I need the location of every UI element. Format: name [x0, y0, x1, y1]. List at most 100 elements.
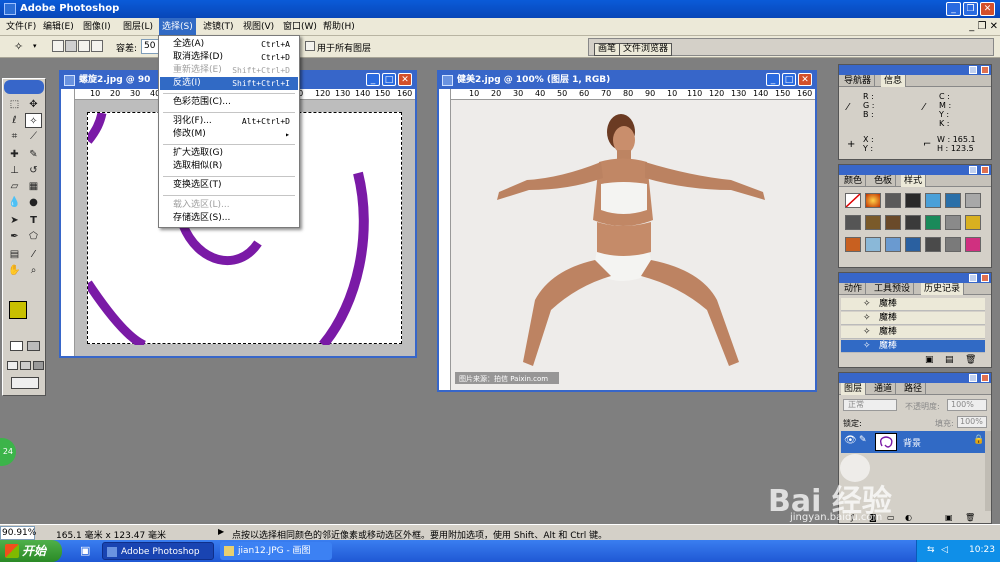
history-step[interactable]: ✧ 魔棒: [841, 298, 985, 311]
adjustment-layer-icon[interactable]: ◐: [905, 513, 912, 522]
show-desktop-icon[interactable]: ▣: [80, 544, 90, 557]
palette-minimize-icon[interactable]: [969, 66, 977, 74]
network-icon[interactable]: ⇆: [927, 545, 935, 555]
style-swatch[interactable]: [945, 193, 961, 208]
palette-title-bar[interactable]: [839, 273, 991, 283]
menu-item-load-selection[interactable]: 载入选区(L)...: [160, 199, 298, 212]
pen-tool-icon[interactable]: ✒: [6, 229, 23, 244]
tab-styles[interactable]: 样式: [901, 175, 927, 187]
crop-tool-icon[interactable]: ⌗: [6, 129, 23, 144]
tab-paths[interactable]: 路径: [901, 383, 927, 395]
tab-actions[interactable]: 动作: [841, 283, 867, 295]
menu-item-color-range[interactable]: 色彩范围(C)...: [160, 96, 298, 109]
style-swatch[interactable]: [865, 215, 881, 230]
quick-mask-icon[interactable]: [27, 341, 40, 351]
palette-close-icon[interactable]: [981, 166, 989, 174]
eye-visibility-icon[interactable]: 👁: [844, 435, 857, 446]
lasso-tool-icon[interactable]: ℓ: [6, 113, 23, 128]
style-swatch[interactable]: [905, 193, 921, 208]
menu-view[interactable]: 视图(V): [240, 18, 277, 36]
style-swatch[interactable]: [865, 193, 881, 208]
tab-swatches[interactable]: 色板: [871, 175, 897, 187]
menu-item-select-all[interactable]: 全选(A) Ctrl+A: [160, 38, 298, 51]
palette-minimize-icon[interactable]: [969, 374, 977, 382]
menu-item-modify[interactable]: 修改(M) ▸: [160, 128, 298, 141]
tab-color[interactable]: 颜色: [841, 175, 867, 187]
brush-link-icon[interactable]: ✎: [859, 435, 867, 445]
menu-select[interactable]: 选择(S): [159, 18, 196, 36]
style-swatch[interactable]: [885, 237, 901, 252]
screen-mode-full-menu-icon[interactable]: [20, 361, 31, 370]
screen-mode-full-icon[interactable]: [33, 361, 44, 370]
layers-scrollbar[interactable]: [985, 431, 991, 511]
opacity-input[interactable]: 100%: [947, 399, 987, 411]
menu-image[interactable]: 图像(I): [80, 18, 114, 36]
screen-mode-standard-icon[interactable]: [7, 361, 18, 370]
shape-tool-icon[interactable]: ⬠: [25, 229, 42, 244]
doc1-maximize-icon[interactable]: □: [382, 73, 396, 86]
photoshop-eye-icon[interactable]: [4, 80, 44, 94]
doc1-minimize-icon[interactable]: _: [366, 73, 380, 86]
new-layer-icon[interactable]: ▣: [945, 513, 953, 522]
close-icon[interactable]: ✕: [980, 2, 995, 16]
style-swatch[interactable]: [965, 215, 981, 230]
magic-wand-tool-icon[interactable]: ✧: [25, 113, 42, 128]
eyedropper-tool-icon[interactable]: ⁄: [25, 247, 42, 262]
menu-layer[interactable]: 图层(L): [120, 18, 156, 36]
menu-item-feather[interactable]: 羽化(F)... Alt+Ctrl+D: [160, 115, 298, 128]
trash-icon[interactable]: 🗑: [965, 513, 975, 522]
file-browser-tab[interactable]: 文件浏览器: [619, 43, 673, 56]
menu-item-inverse[interactable]: 反选(I) Shift+Ctrl+I: [160, 77, 298, 90]
history-step[interactable]: ✧ 魔棒: [841, 312, 985, 325]
palette-minimize-icon[interactable]: [969, 274, 977, 282]
style-swatch[interactable]: [965, 237, 981, 252]
palette-title-bar[interactable]: [839, 165, 991, 175]
eraser-tool-icon[interactable]: ▱: [6, 179, 23, 194]
restore-icon[interactable]: ❐: [963, 2, 978, 16]
style-swatch[interactable]: [905, 215, 921, 230]
history-step-current[interactable]: ✧ 魔棒: [841, 340, 985, 353]
style-swatch[interactable]: [885, 193, 901, 208]
new-selection-icon[interactable]: [52, 40, 64, 52]
marquee-tool-icon[interactable]: ⬚: [6, 97, 23, 112]
doc1-close-icon[interactable]: ✕: [398, 73, 412, 86]
healing-brush-icon[interactable]: ✚: [6, 147, 23, 162]
slice-tool-icon[interactable]: ⟋: [25, 129, 42, 144]
add-selection-icon[interactable]: [65, 40, 77, 52]
brushes-tab[interactable]: 画笔: [594, 43, 621, 56]
chevron-down-icon[interactable]: ▾: [33, 42, 37, 50]
jump-to-imageready-icon[interactable]: [11, 377, 39, 389]
fill-input[interactable]: 100%: [957, 416, 987, 428]
minimize-icon[interactable]: _: [946, 2, 961, 16]
tab-layers[interactable]: 图层: [841, 383, 867, 395]
doc2-close-icon[interactable]: ✕: [798, 73, 812, 86]
menu-item-transform-selection[interactable]: 变换选区(T): [160, 179, 298, 192]
tab-tool-presets[interactable]: 工具预设: [871, 283, 915, 295]
clone-stamp-icon[interactable]: ⊥: [6, 163, 23, 178]
menu-edit[interactable]: 编辑(E): [40, 18, 77, 36]
volume-icon[interactable]: ◁: [941, 545, 948, 555]
style-swatch[interactable]: [925, 215, 941, 230]
history-brush-icon[interactable]: ↺: [25, 163, 42, 178]
style-swatch[interactable]: [965, 193, 981, 208]
magic-wand-icon[interactable]: ✧: [14, 40, 23, 53]
style-swatch[interactable]: [925, 237, 941, 252]
start-button[interactable]: 开始: [0, 540, 62, 562]
brush-tool-icon[interactable]: ✎: [25, 147, 42, 162]
gradient-tool-icon[interactable]: ▦: [25, 179, 42, 194]
foreground-color-swatch[interactable]: [9, 301, 27, 319]
zoom-field[interactable]: 90.91%: [0, 526, 36, 540]
menu-file[interactable]: 文件(F): [3, 18, 39, 36]
style-swatch[interactable]: [845, 215, 861, 230]
palette-close-icon[interactable]: [981, 66, 989, 74]
tab-navigator[interactable]: 导航器: [841, 75, 876, 87]
menu-window[interactable]: 窗口(W): [280, 18, 320, 36]
palette-title-bar[interactable]: [839, 373, 991, 383]
dodge-tool-icon[interactable]: ●: [25, 195, 42, 210]
style-swatch[interactable]: [845, 237, 861, 252]
menu-item-grow[interactable]: 扩大选取(G): [160, 147, 298, 160]
tab-info[interactable]: 信息: [881, 75, 907, 87]
blur-tool-icon[interactable]: 💧: [6, 195, 23, 210]
tab-channels[interactable]: 通道: [871, 383, 897, 395]
palette-close-icon[interactable]: [981, 374, 989, 382]
